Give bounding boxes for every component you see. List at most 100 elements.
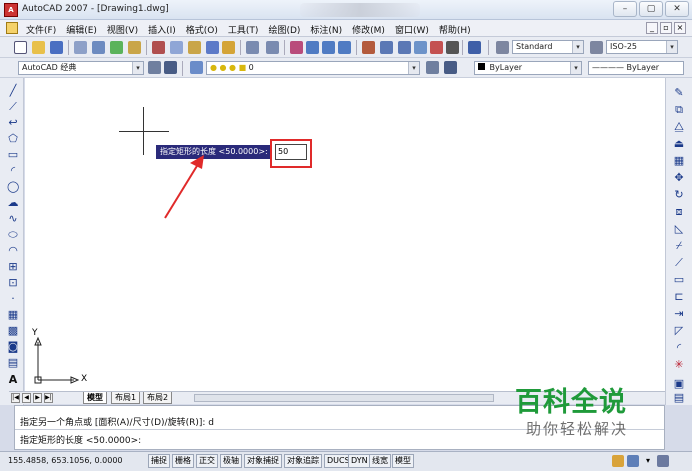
menu-window[interactable]: 窗口(W) <box>395 23 429 36</box>
ellipse-arc-icon[interactable]: ◠ <box>7 245 19 257</box>
match-properties-icon[interactable] <box>206 41 219 54</box>
zoom-window-icon[interactable] <box>322 41 335 54</box>
print-icon[interactable] <box>74 41 87 54</box>
hatch-icon[interactable]: ▦ <box>7 309 19 321</box>
menu-view[interactable]: 视图(V) <box>107 23 138 36</box>
otrack-toggle[interactable]: 对象追踪 <box>284 454 322 468</box>
grid-toggle[interactable]: 栅格 <box>172 454 194 468</box>
doc-minimize-button[interactable]: _ <box>646 22 658 34</box>
make-current-layer-icon[interactable] <box>426 61 439 74</box>
new-icon[interactable] <box>14 41 27 54</box>
block-editor-icon[interactable] <box>222 41 235 54</box>
calculator-icon[interactable] <box>446 41 459 54</box>
break-icon[interactable]: ⊏ <box>672 291 686 303</box>
menu-format[interactable]: 格式(O) <box>186 23 218 36</box>
tab-layout2[interactable]: 布局2 <box>143 392 173 404</box>
publish-icon[interactable] <box>110 41 123 54</box>
markup-icon[interactable] <box>430 41 443 54</box>
save-icon[interactable] <box>50 41 63 54</box>
spline-icon[interactable]: ∿ <box>7 213 19 225</box>
ellipse-icon[interactable]: ⬭ <box>7 229 19 241</box>
region-icon[interactable]: ◙ <box>7 341 19 353</box>
properties-icon[interactable] <box>362 41 375 54</box>
undo-icon[interactable] <box>246 41 259 54</box>
tool-palettes-icon[interactable] <box>398 41 411 54</box>
close-button[interactable]: ✕ <box>665 1 689 17</box>
snap-toggle[interactable]: 捕捉 <box>148 454 170 468</box>
minimize-button[interactable]: – <box>613 1 637 17</box>
lock-icon[interactable] <box>627 455 639 467</box>
menu-help[interactable]: 帮助(H) <box>439 23 471 36</box>
lineweight-toggle[interactable]: 线宽 <box>369 454 391 468</box>
open-icon[interactable] <box>32 41 45 54</box>
menu-draw[interactable]: 绘图(D) <box>268 23 300 36</box>
copy-object-icon[interactable]: ⧉ <box>672 104 686 116</box>
menu-modify[interactable]: 修改(M) <box>352 23 385 36</box>
communication-center-icon[interactable] <box>612 455 624 467</box>
plot-preview-icon[interactable] <box>92 41 105 54</box>
extend-icon[interactable]: ⟋ <box>672 257 686 269</box>
revision-cloud-icon[interactable]: ☁ <box>7 197 19 209</box>
gradient-icon[interactable]: ▩ <box>7 325 19 337</box>
menu-file[interactable]: 文件(F) <box>26 23 56 36</box>
move-icon[interactable]: ✥ <box>672 172 686 184</box>
command-prompt-line[interactable]: 指定矩形的长度 <50.0000>: <box>20 433 141 446</box>
offset-icon[interactable]: ⏏ <box>672 138 686 150</box>
first-tab-icon[interactable]: |◀ <box>11 393 20 403</box>
tab-model[interactable]: 模型 <box>83 392 107 404</box>
3dwf-icon[interactable] <box>128 41 141 54</box>
rotate-icon[interactable]: ↻ <box>672 189 686 201</box>
break-at-point-icon[interactable]: ▭ <box>672 274 686 286</box>
ortho-toggle[interactable]: 正交 <box>196 454 218 468</box>
paste-icon[interactable] <box>188 41 201 54</box>
layer-previous-icon[interactable] <box>444 61 457 74</box>
scale-icon[interactable]: ⧈ <box>672 206 686 218</box>
copy-icon[interactable] <box>170 41 183 54</box>
clean-screen-icon[interactable] <box>657 455 669 467</box>
osnap-toggle[interactable]: 对象捕捉 <box>244 454 282 468</box>
layers-panel-icon[interactable]: ▣ <box>672 378 686 390</box>
dimension-style-select[interactable]: ISO-25 ▾ <box>606 40 678 54</box>
workspace-settings-icon[interactable] <box>148 61 161 74</box>
dyn-toggle[interactable]: DYN <box>348 454 371 468</box>
polyline-icon[interactable]: ↩ <box>7 117 19 129</box>
rectangle-icon[interactable]: ▭ <box>7 149 19 161</box>
design-center-icon[interactable] <box>380 41 393 54</box>
maximize-button[interactable]: ▢ <box>639 1 663 17</box>
point-icon[interactable]: · <box>7 293 19 305</box>
menu-insert[interactable]: 插入(I) <box>148 23 176 36</box>
linetype-select[interactable]: ———— ByLayer <box>588 61 684 75</box>
tab-layout1[interactable]: 布局1 <box>111 392 141 404</box>
doc-close-button[interactable]: × <box>674 22 686 34</box>
last-tab-icon[interactable]: ▶| <box>44 393 53 403</box>
join-icon[interactable]: ⇥ <box>672 308 686 320</box>
doc-restore-button[interactable]: ▫ <box>660 22 672 34</box>
zoom-realtime-icon[interactable] <box>306 41 319 54</box>
status-menu-icon[interactable]: ▾ <box>642 455 654 467</box>
trim-icon[interactable]: ⌿ <box>672 240 686 252</box>
color-select[interactable]: ByLayer ▾ <box>474 61 582 75</box>
insert-block-icon[interactable]: ⊞ <box>7 261 19 273</box>
circle-icon[interactable]: ◯ <box>7 181 19 193</box>
text-style-select[interactable]: Standard ▾ <box>512 40 584 54</box>
table-icon[interactable]: ▤ <box>7 357 19 369</box>
fillet-icon[interactable]: ◜ <box>672 342 686 354</box>
menu-edit[interactable]: 编辑(E) <box>66 23 97 36</box>
autocad-app-icon[interactable]: A <box>4 3 18 17</box>
workspace-save-icon[interactable] <box>164 61 177 74</box>
erase-icon[interactable]: ✎ <box>672 87 686 99</box>
drawing-canvas[interactable]: 指定矩形的长度 <50.0000>: 50 Y X <box>25 78 665 391</box>
menu-dimension[interactable]: 标注(N) <box>310 23 342 36</box>
sheet-set-icon[interactable] <box>414 41 427 54</box>
menu-tools[interactable]: 工具(T) <box>228 23 259 36</box>
make-block-icon[interactable]: ⊡ <box>7 277 19 289</box>
next-tab-icon[interactable]: ▶ <box>33 393 42 403</box>
previous-tab-icon[interactable]: ◀ <box>22 393 31 403</box>
cut-icon[interactable] <box>152 41 165 54</box>
multiline-text-icon[interactable]: A <box>7 374 19 386</box>
stretch-icon[interactable]: ◺ <box>672 223 686 235</box>
zoom-previous-icon[interactable] <box>338 41 351 54</box>
array-icon[interactable]: ▦ <box>672 155 686 167</box>
document-icon[interactable] <box>6 22 18 34</box>
help-icon[interactable] <box>468 41 481 54</box>
